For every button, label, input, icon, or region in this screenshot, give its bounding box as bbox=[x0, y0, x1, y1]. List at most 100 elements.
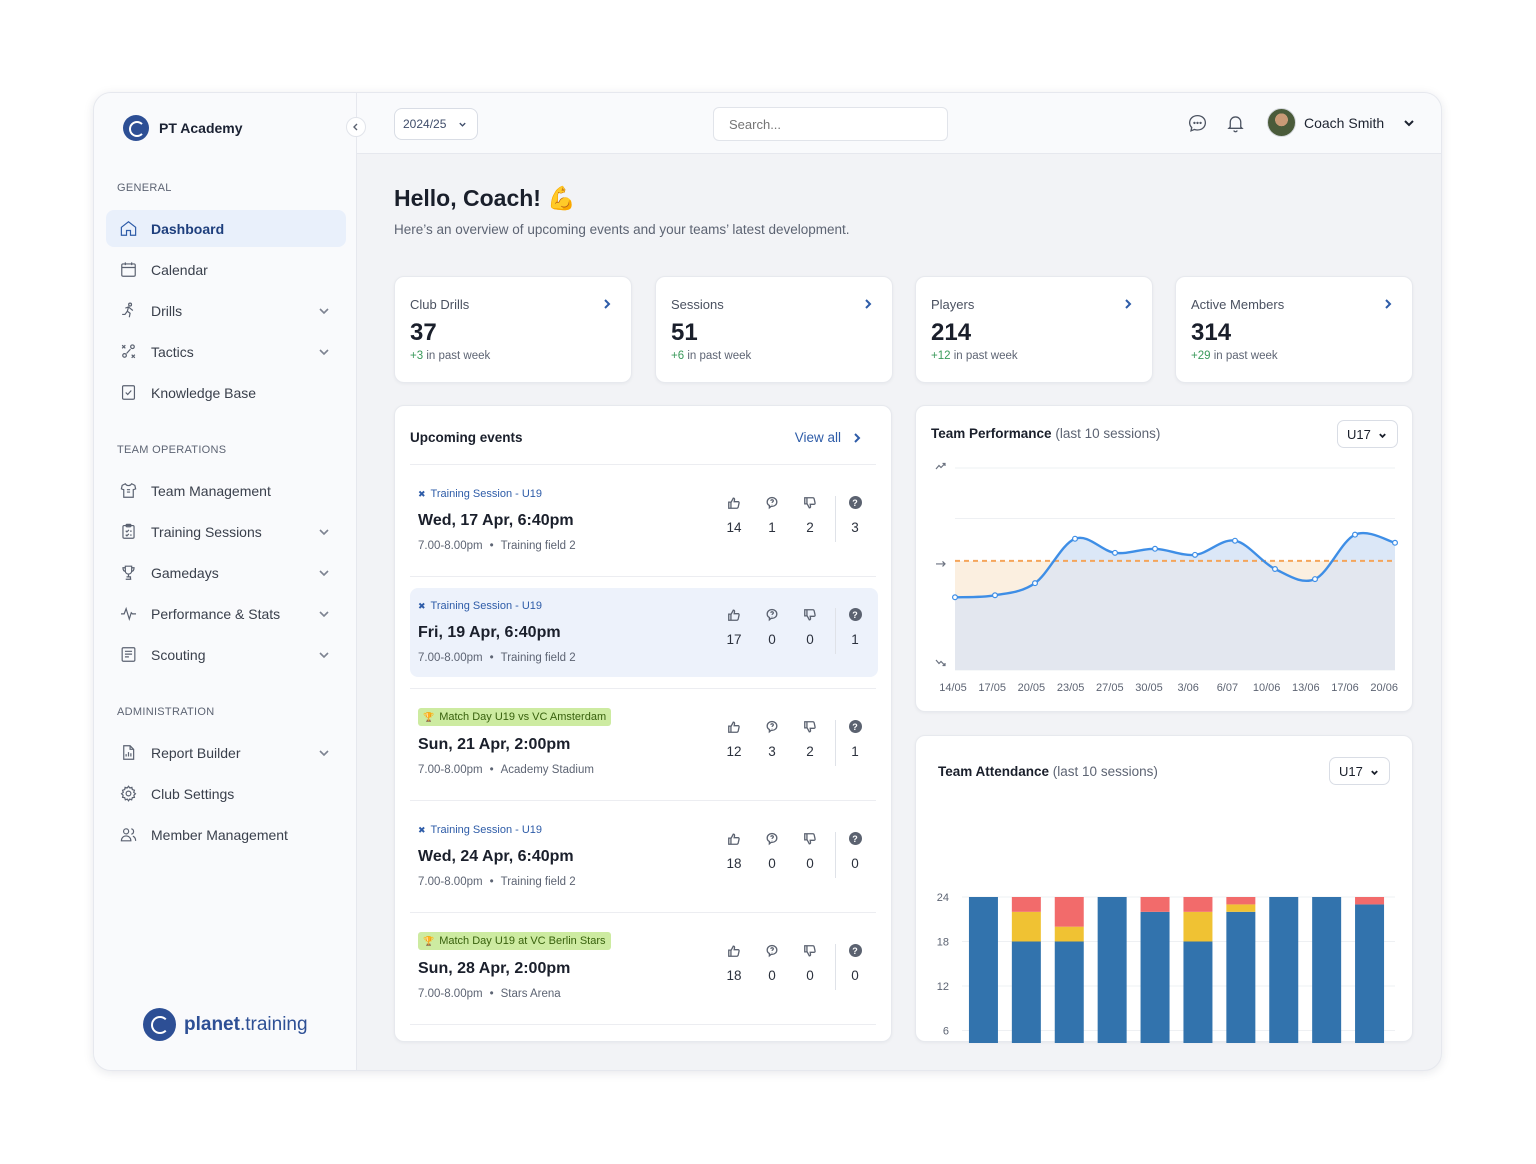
search-input[interactable] bbox=[713, 107, 948, 141]
sidebar-item-report-builder[interactable]: Report Builder bbox=[106, 734, 346, 771]
event-meta: 7.00-8.00pm • Training field 2 bbox=[418, 540, 576, 552]
data-point[interactable] bbox=[1312, 576, 1319, 583]
bar-segment[interactable] bbox=[1183, 911, 1213, 942]
view-all-link[interactable]: View all bbox=[795, 430, 863, 445]
data-point[interactable] bbox=[1072, 535, 1079, 542]
thumbs-down-icon bbox=[791, 496, 829, 512]
data-point[interactable] bbox=[1272, 566, 1279, 573]
stat-value: 51 bbox=[671, 319, 698, 346]
tactics-icon: ✖ bbox=[418, 488, 426, 499]
data-point[interactable] bbox=[991, 592, 998, 599]
bar-segment[interactable] bbox=[1183, 941, 1213, 1044]
sidebar-item-team-management[interactable]: Team Management bbox=[106, 472, 346, 509]
team-performance-card: Team Performance (last 10 sessions) U17 … bbox=[915, 405, 1413, 712]
stat-card-club-drills[interactable]: Club Drills 37 +3 in past week bbox=[394, 276, 632, 383]
bell-icon[interactable] bbox=[1225, 113, 1247, 135]
section-title-general: GENERAL bbox=[117, 182, 172, 194]
bar-segment[interactable] bbox=[1097, 897, 1127, 1043]
planet-training-logo-icon bbox=[143, 1008, 176, 1041]
data-point[interactable] bbox=[1192, 551, 1199, 558]
sidebar-item-performance-stats[interactable]: Performance & Stats bbox=[106, 595, 346, 632]
topbar: 2024/25 Coach Smith bbox=[357, 93, 1441, 154]
upcoming-events-title: Upcoming events bbox=[410, 430, 523, 445]
bar-segment[interactable] bbox=[1226, 897, 1256, 905]
sidebar-item-gamedays[interactable]: Gamedays bbox=[106, 554, 346, 591]
bar-segment[interactable] bbox=[1226, 904, 1256, 912]
bar-segment[interactable] bbox=[1355, 897, 1385, 905]
bar-segment[interactable] bbox=[1355, 904, 1385, 1043]
bar-segment[interactable] bbox=[1011, 897, 1041, 912]
event-row[interactable]: ✖ Training Session - U19 Wed, 24 Apr, 6:40… bbox=[410, 812, 878, 901]
bar-segment[interactable] bbox=[1312, 897, 1342, 1043]
sidebar-item-drills[interactable]: Drills bbox=[106, 292, 346, 329]
sidebar-item-knowledge-base[interactable]: Knowledge Base bbox=[106, 374, 346, 411]
data-point[interactable] bbox=[1232, 537, 1239, 544]
rsvp-no: 0 bbox=[791, 944, 829, 990]
sidebar-item-calendar[interactable]: Calendar bbox=[106, 251, 346, 288]
x-tick-label: 14/05 bbox=[939, 682, 967, 694]
event-row[interactable]: 🏆 Match Day U19 at VC Berlin Stars Sun, 28… bbox=[410, 924, 878, 1013]
bar-segment[interactable] bbox=[1011, 941, 1041, 1044]
event-datetime: Wed, 17 Apr, 6:40pm bbox=[418, 512, 574, 529]
season-select[interactable]: 2024/25 bbox=[394, 108, 478, 140]
y-tick-label: 12 bbox=[937, 981, 949, 993]
bar-segment[interactable] bbox=[1011, 911, 1041, 942]
user-menu[interactable]: Coach Smith bbox=[1267, 108, 1416, 137]
sidebar-item-member-management[interactable]: Member Management bbox=[106, 816, 346, 853]
divider bbox=[410, 464, 876, 465]
question-filled-icon: ? bbox=[848, 608, 862, 624]
bar-segment[interactable] bbox=[968, 897, 998, 1043]
data-point[interactable] bbox=[1031, 580, 1038, 587]
event-row[interactable]: 🏆 Match Day U19 vs VC Amsterdam Sun, 21 Ap… bbox=[410, 700, 878, 789]
event-row[interactable]: ✖ Training Session - U19 Wed, 17 Apr, 6:40… bbox=[410, 476, 878, 565]
trophy-icon: 🏆 bbox=[423, 935, 435, 946]
bar-segment[interactable] bbox=[1054, 926, 1084, 942]
upcoming-events-card: Upcoming events View all ✖ Training Sessi… bbox=[394, 405, 892, 1042]
sidebar-item-training-sessions[interactable]: Training Sessions bbox=[106, 513, 346, 550]
event-row[interactable]: ✖ Training Session - U19 Fri, 19 Apr, 6:40… bbox=[410, 588, 878, 677]
question-bubble-icon bbox=[753, 608, 791, 624]
brand[interactable]: PT Academy bbox=[123, 115, 243, 141]
bar-segment[interactable] bbox=[1054, 941, 1084, 1044]
rsvp-yes: 12 bbox=[715, 720, 753, 766]
x-tick-label: 17/05 bbox=[978, 682, 1006, 694]
sidebar-item-tactics[interactable]: Tactics bbox=[106, 333, 346, 370]
book-check-icon bbox=[118, 383, 138, 403]
event-type-tag: ✖ Training Session - U19 bbox=[418, 600, 543, 612]
collapse-sidebar-button[interactable] bbox=[346, 117, 366, 137]
data-point[interactable] bbox=[1152, 545, 1159, 552]
thumbs-down-icon bbox=[791, 944, 829, 960]
bar-segment[interactable] bbox=[1226, 911, 1256, 1043]
thumbs-down-icon bbox=[791, 720, 829, 736]
rsvp-no: 0 bbox=[791, 608, 829, 654]
data-point[interactable] bbox=[1392, 539, 1399, 546]
sidebar-item-club-settings[interactable]: Club Settings bbox=[106, 775, 346, 812]
data-point[interactable] bbox=[1112, 549, 1119, 556]
calendar-icon bbox=[118, 260, 138, 280]
stat-card-sessions[interactable]: Sessions 51 +6 in past week bbox=[655, 276, 893, 383]
rsvp-maybe: 1 bbox=[753, 496, 791, 542]
rsvp-no: 2 bbox=[791, 720, 829, 766]
sidebar-item-scouting[interactable]: Scouting bbox=[106, 636, 346, 673]
rsvp-maybe: 3 bbox=[753, 720, 791, 766]
rsvp-unknown: ? 0 bbox=[848, 944, 862, 990]
divider bbox=[410, 576, 876, 577]
trophy-icon bbox=[118, 563, 138, 583]
bar-segment[interactable] bbox=[1269, 897, 1299, 1043]
sidebar-item-dashboard[interactable]: Dashboard bbox=[106, 210, 346, 247]
stat-card-active-members[interactable]: Active Members 314 +29 in past week bbox=[1175, 276, 1413, 383]
chat-icon[interactable] bbox=[1187, 113, 1209, 135]
stat-delta: +29 in past week bbox=[1191, 350, 1278, 362]
bar-segment[interactable] bbox=[1183, 897, 1213, 912]
data-point[interactable] bbox=[951, 594, 958, 601]
x-tick-label: 30/05 bbox=[1135, 682, 1163, 694]
rsvp-maybe: 0 bbox=[753, 832, 791, 878]
stat-card-players[interactable]: Players 214 +12 in past week bbox=[915, 276, 1153, 383]
trophy-icon: 🏆 bbox=[423, 711, 435, 722]
bar-segment[interactable] bbox=[1054, 897, 1084, 927]
bar-segment[interactable] bbox=[1140, 911, 1170, 1043]
event-type-tag: 🏆 Match Day U19 at VC Berlin Stars bbox=[418, 932, 611, 950]
stat-delta: +3 in past week bbox=[410, 350, 491, 362]
bar-segment[interactable] bbox=[1140, 897, 1170, 912]
data-point[interactable] bbox=[1352, 531, 1359, 538]
